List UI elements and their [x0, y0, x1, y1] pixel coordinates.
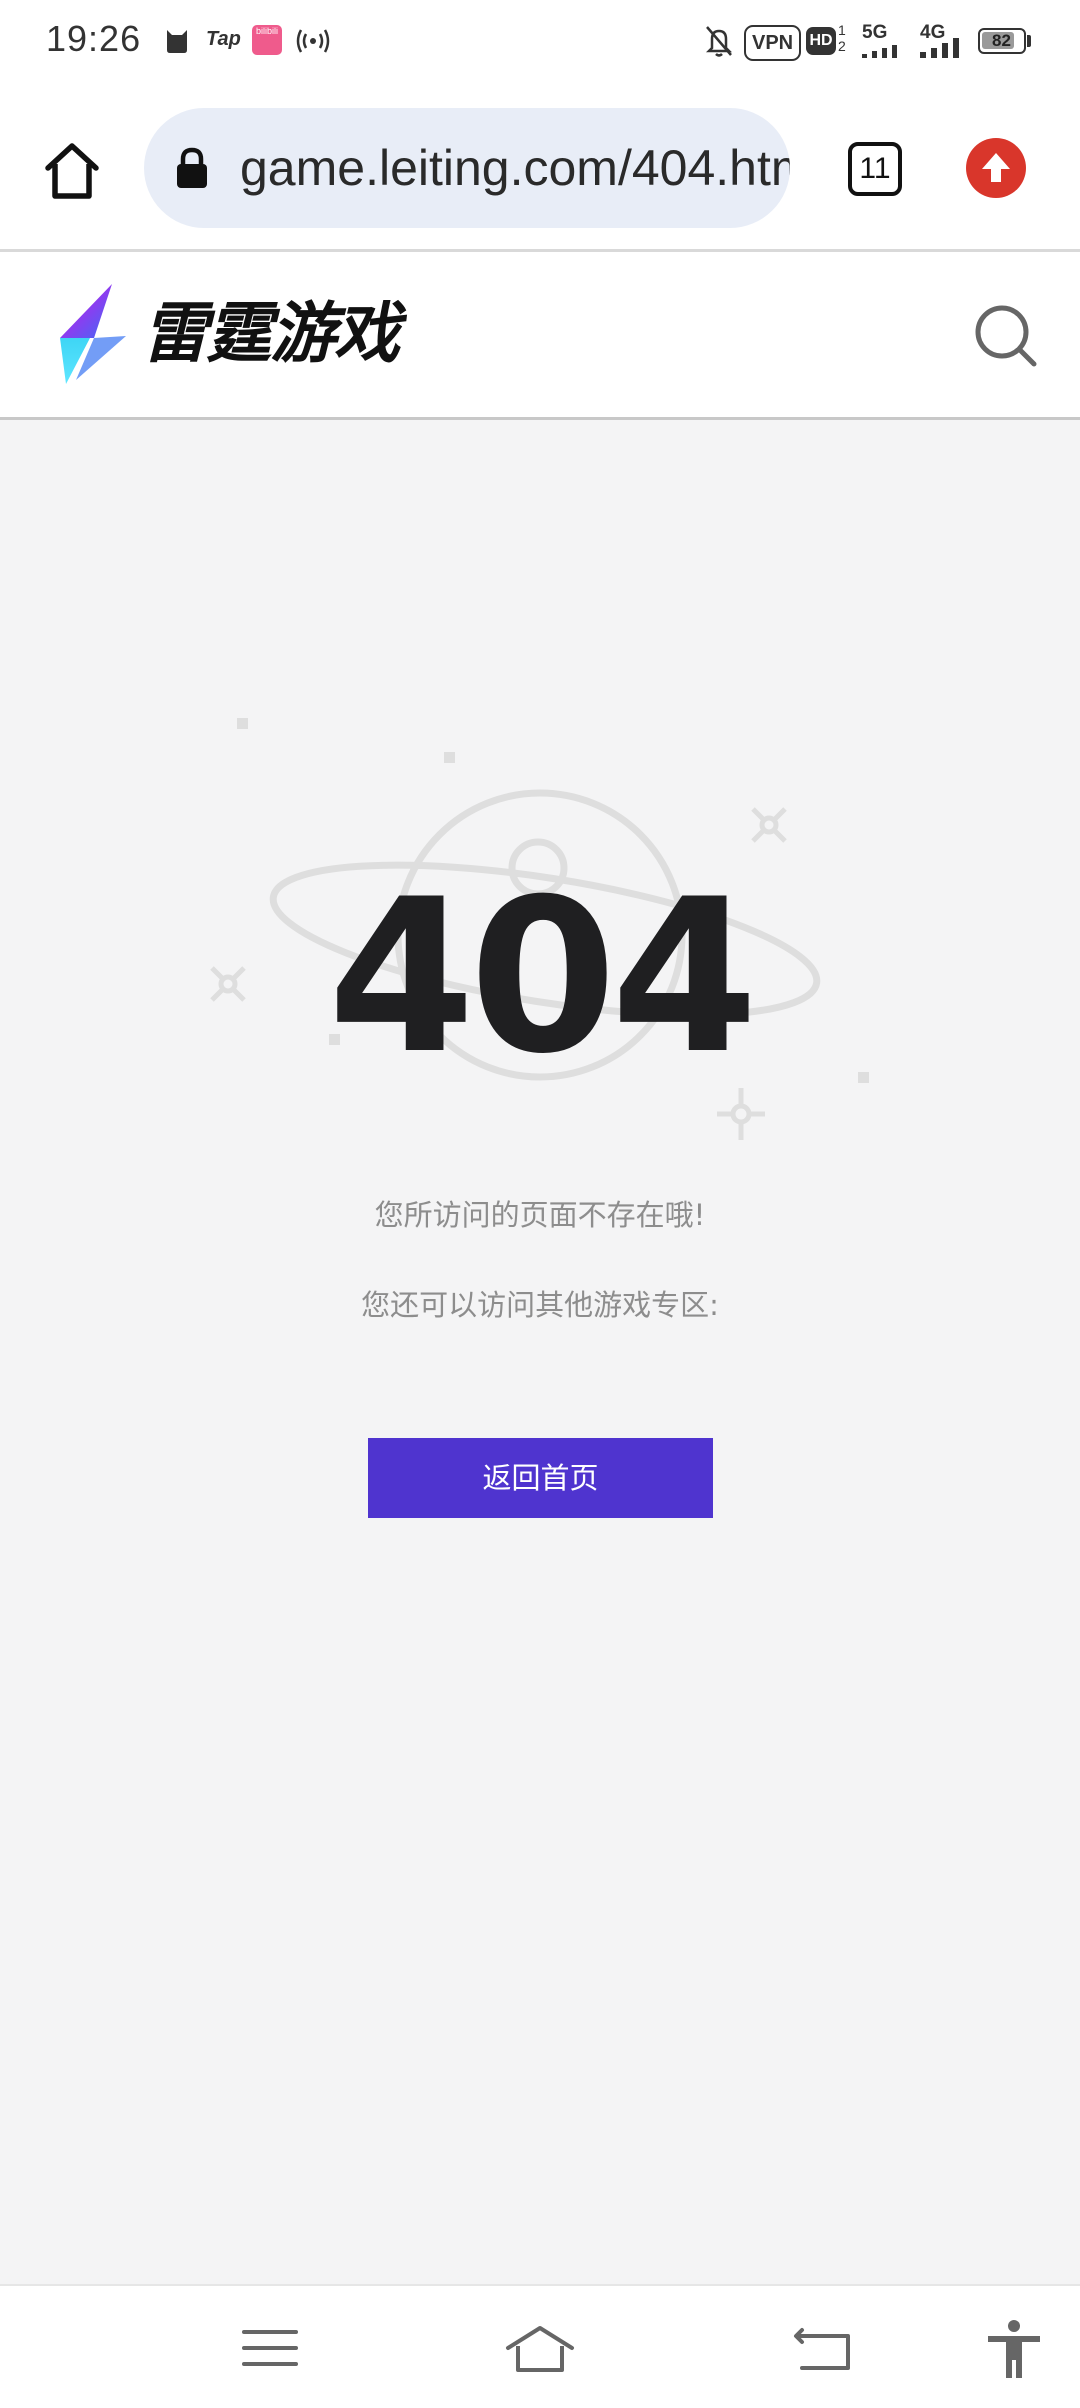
accessibility-icon[interactable] — [978, 2316, 1050, 2380]
bilibili-label: bilibili — [255, 26, 278, 36]
error-message: 您所访问的页面不存在哦! — [374, 1198, 706, 1232]
back-icon[interactable] — [788, 2316, 860, 2380]
network-5g-label: 5G — [862, 22, 888, 43]
cat-app-icon — [167, 30, 187, 53]
home-icon[interactable] — [504, 2316, 576, 2380]
url-text: game.leiting.com/404.html — [240, 140, 790, 196]
hd-sub-label: 1 2 — [838, 22, 846, 54]
star-dot — [444, 752, 455, 763]
tab-switcher-button[interactable]: 11 — [848, 142, 902, 196]
tab-count: 11 — [859, 152, 891, 185]
address-bar[interactable]: game.leiting.com/404.html — [144, 108, 790, 228]
system-nav-bar — [0, 2284, 1080, 2408]
up-arrow-icon — [982, 153, 1010, 182]
notifications-off-icon — [705, 26, 733, 57]
signal-5g-icon — [862, 45, 897, 58]
hotspot-icon — [296, 29, 330, 53]
star-dot — [237, 718, 248, 729]
battery-icon: 82 — [978, 28, 1026, 54]
error-code: 404 — [327, 853, 759, 1100]
search-icon[interactable] — [972, 302, 1040, 370]
taptap-icon: Tap — [206, 28, 241, 50]
sparkle-star — [751, 807, 787, 843]
update-available-icon[interactable] — [966, 138, 1026, 198]
signal-4g-icon — [920, 38, 959, 58]
lock-icon — [177, 147, 207, 188]
vpn-badge: VPN — [744, 25, 802, 61]
home-icon[interactable] — [40, 138, 104, 202]
browser-toolbar: game.leiting.com/404.html 11 — [0, 84, 1080, 252]
hd-badge: HD — [806, 27, 836, 55]
site-header: 雷霆游戏 — [0, 252, 1080, 420]
menu-icon[interactable] — [234, 2316, 306, 2380]
status-time: 19:26 — [46, 18, 142, 59]
logo-lightning-icon[interactable] — [56, 280, 136, 390]
battery-level: 82 — [992, 31, 1011, 50]
bilibili-icon: bilibili — [252, 25, 282, 55]
error-suggestion: 您还可以访问其他游戏专区: — [361, 1288, 719, 1322]
site-logo-text[interactable]: 雷霆游戏 — [142, 296, 400, 372]
battery-tip — [1027, 35, 1031, 47]
status-bar: 19:26 Tap bilibili VPN HD 1 2 5G 4G 82 — [0, 0, 1080, 84]
back-to-home-button[interactable]: 返回首页 — [368, 1438, 713, 1518]
